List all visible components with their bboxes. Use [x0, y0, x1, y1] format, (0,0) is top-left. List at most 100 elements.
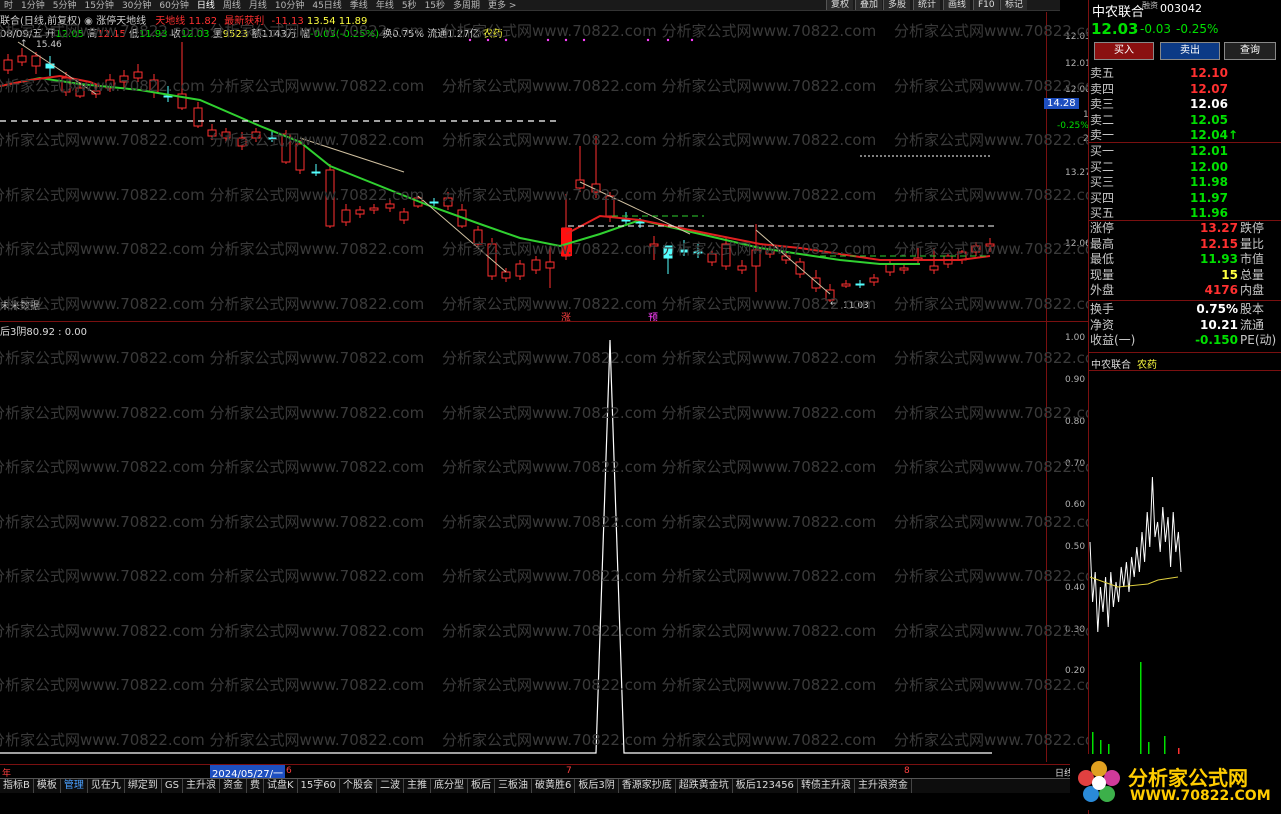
candle-body: [663, 245, 673, 259]
formula-tab[interactable]: 见在九: [88, 779, 125, 793]
buy-button[interactable]: 买入: [1094, 42, 1154, 60]
bid-row[interactable]: 买一 12.01: [1090, 144, 1278, 159]
formula-tab[interactable]: 模板: [34, 779, 61, 793]
toolbar-button[interactable]: F10: [973, 0, 999, 10]
low-marker-label: 11.03: [843, 301, 869, 311]
period-tab[interactable]: 5秒: [398, 1, 421, 11]
stat-label: 最高: [1090, 236, 1115, 251]
formula-tab[interactable]: 费: [247, 779, 264, 793]
x-label: 6: [286, 766, 292, 776]
period-tab[interactable]: 10分钟: [271, 1, 308, 11]
axis-tick: 13.27: [1065, 168, 1091, 178]
sell-button[interactable]: 卖出: [1160, 42, 1220, 60]
formula-tab[interactable]: 资金: [220, 779, 247, 793]
ask-row[interactable]: 卖四 12.07: [1090, 82, 1278, 97]
candle-body: [399, 211, 409, 221]
period-tab[interactable]: 15分钟: [80, 1, 117, 11]
panel-change-pct: -0.25%: [1176, 22, 1219, 36]
period-tab[interactable]: 30分钟: [118, 1, 155, 11]
ask-row[interactable]: 卖二 12.05: [1090, 113, 1278, 128]
sector-name[interactable]: 中农联合: [1091, 356, 1131, 371]
stat-row: 最低 11.93 市值: [1090, 252, 1278, 267]
row-label: 卖三: [1090, 97, 1115, 111]
intraday-avg-line: [1089, 576, 1179, 588]
period-tab[interactable]: 季线: [346, 1, 372, 11]
period-tab[interactable]: 45日线: [308, 1, 345, 11]
intraday-mini-chart[interactable]: [1088, 372, 1281, 762]
formula-tab[interactable]: 破黄胜6: [532, 779, 576, 793]
period-tab[interactable]: 5分钟: [49, 1, 81, 11]
formula-tab[interactable]: 转债主升浪: [798, 779, 855, 793]
period-tab[interactable]: 时: [0, 1, 17, 11]
panel-price: 12.03: [1091, 20, 1139, 38]
candle-body: [635, 221, 645, 224]
indicator-chart[interactable]: [0, 334, 1046, 764]
formula-tab[interactable]: 主推: [404, 779, 431, 793]
formula-tab[interactable]: GS: [162, 779, 183, 793]
period-tab[interactable]: 更多 >: [484, 1, 520, 11]
stat-row: 换手 0.75% 股本: [1090, 302, 1278, 317]
formula-tab[interactable]: 板后: [468, 779, 495, 793]
axis-tick: 0.40: [1065, 583, 1086, 593]
formula-tab[interactable]: 二波: [377, 779, 404, 793]
toolbar-button[interactable]: 复权: [826, 0, 854, 10]
period-tab[interactable]: 1分钟: [17, 1, 49, 11]
period-tab[interactable]: 15秒: [421, 1, 449, 11]
ask-row[interactable]: 卖三 12.06: [1090, 97, 1278, 112]
formula-tab[interactable]: 指标B: [0, 779, 34, 793]
sector-tag[interactable]: 农药: [1137, 356, 1157, 371]
formula-tab[interactable]: 主升浪: [183, 779, 220, 793]
period-tab[interactable]: 周线: [219, 1, 245, 11]
toolbar-button[interactable]: 画线: [943, 0, 971, 10]
stat-label: 最低: [1090, 252, 1115, 266]
row-price: 12.05: [1190, 112, 1228, 127]
ask-row[interactable]: 卖五 12.10: [1090, 66, 1278, 81]
formula-tab[interactable]: 试盘K: [264, 779, 298, 793]
formula-tab[interactable]: 香源家抄底: [619, 779, 676, 793]
kline-chart[interactable]: ↑←: [0, 34, 1046, 320]
period-tab[interactable]: 月线: [245, 1, 271, 11]
pane-separator[interactable]: [0, 321, 1088, 322]
formula-tab[interactable]: 15字60: [298, 779, 340, 793]
pct-badge: -0.25%: [1057, 121, 1089, 131]
row-price: 12.07: [1190, 81, 1228, 96]
formula-tab[interactable]: 主升浪资金: [855, 779, 912, 793]
toolbar-button[interactable]: 多股: [883, 0, 911, 10]
toolbar-button[interactable]: 标记: [1000, 0, 1028, 10]
formula-tab[interactable]: 板后3阴: [575, 779, 619, 793]
axis-tick: 12.00: [1065, 85, 1091, 95]
bid-row[interactable]: 买二 12.00: [1090, 160, 1278, 175]
bid-row[interactable]: 买三 11.98: [1090, 175, 1278, 190]
stat-value: 10.21: [1200, 317, 1238, 332]
bid-row[interactable]: 买四 11.97: [1090, 191, 1278, 206]
formula-tab[interactable]: 底分型: [431, 779, 468, 793]
candle-body: [119, 75, 129, 83]
row-price: 12.04↑: [1190, 128, 1239, 142]
period-tab[interactable]: 日线: [193, 1, 219, 11]
stat-label: 现量: [1090, 267, 1115, 282]
bid-row[interactable]: 买五 11.96: [1090, 206, 1278, 221]
formula-tab[interactable]: 板后123456: [733, 779, 798, 793]
stat-label: 涨停: [1090, 221, 1115, 235]
period-tab[interactable]: 60分钟: [155, 1, 192, 11]
toolbar-button[interactable]: 统计: [913, 0, 941, 10]
formula-tab[interactable]: 个股会: [340, 779, 377, 793]
candle-body: [429, 201, 439, 204]
candle-body: [193, 107, 203, 127]
signal-dot: [666, 38, 670, 42]
axis-tick: 12.06: [1065, 239, 1091, 249]
stat-value: 15: [1221, 267, 1238, 282]
stat-value: -0.150: [1195, 333, 1238, 347]
stat-value: 13.27: [1200, 221, 1238, 235]
x-axis: 年 2024/05/27/一 6 7 8 日线: [0, 764, 1088, 780]
period-tab[interactable]: 多周期: [449, 1, 484, 11]
formula-tab[interactable]: 绑定到: [125, 779, 162, 793]
period-tab[interactable]: 年线: [372, 1, 398, 11]
formula-tab[interactable]: 三板油: [495, 779, 532, 793]
formula-tab[interactable]: 超跌黄金坑: [676, 779, 733, 793]
formula-tab[interactable]: 管理: [61, 779, 88, 793]
toolbar-button[interactable]: 叠加: [855, 0, 883, 10]
stat-label: 换手: [1090, 302, 1115, 316]
query-button[interactable]: 查询: [1224, 42, 1276, 60]
ask-row[interactable]: 卖一 12.04↑: [1090, 128, 1278, 143]
